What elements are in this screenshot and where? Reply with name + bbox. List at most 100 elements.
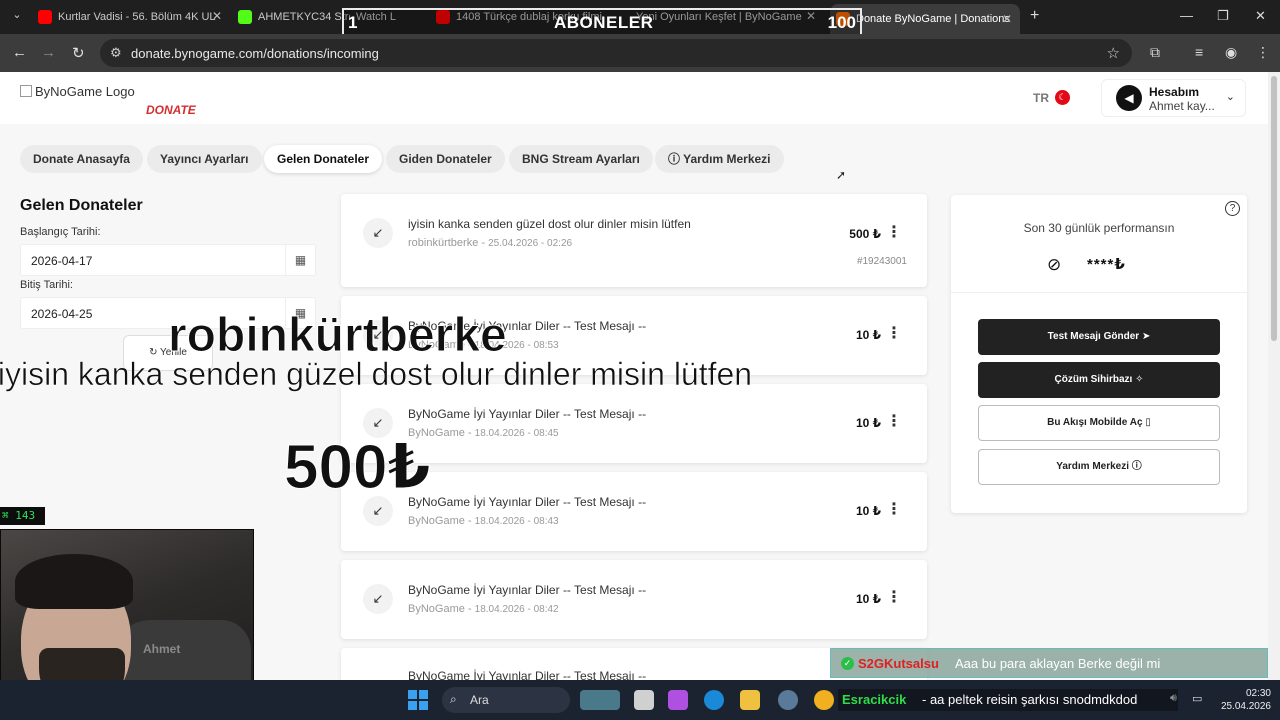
url-field[interactable]: ⚙ donate.bynogame.com/donations/incoming… (100, 39, 1132, 67)
chrome-icon[interactable] (814, 690, 834, 710)
more-options-icon[interactable]: ⋮ (886, 222, 902, 242)
tab-search-icon[interactable]: ⌄ (8, 8, 26, 26)
search-highlight-icon[interactable] (580, 690, 620, 710)
more-options-icon[interactable]: ⋮ (886, 323, 902, 343)
calendar-icon[interactable]: ▦ (285, 245, 315, 275)
windows-start-icon[interactable] (408, 690, 428, 710)
tab-outgoing-donations[interactable]: Giden Donateler (386, 145, 505, 173)
shirt-text: Ahmet (143, 642, 181, 656)
tab-title: AHMETKYC34 Strea (258, 11, 350, 23)
turkey-flag-icon[interactable]: ☾ (1055, 90, 1070, 105)
edge-icon[interactable] (704, 690, 724, 710)
tab-stream-settings[interactable]: BNG Stream Ayarları (509, 145, 653, 173)
browser-tab[interactable]: Kurtlar Vadisi - 56. Bölüm 4K UL ✕ (38, 6, 222, 28)
mouse-cursor-icon: ➚ (836, 168, 847, 182)
clock-date: 25.04.2026 (1220, 701, 1271, 712)
tab-streamer-settings[interactable]: Yayıncı Ayarları (147, 145, 262, 173)
battery-icon[interactable]: ▭ (1192, 692, 1202, 705)
close-window-icon[interactable]: ✕ (1255, 8, 1266, 24)
taskbar-search[interactable]: ⌕ Ara (442, 687, 570, 713)
donation-message: ByNoGame İyi Yayınlar Diler -- Test Mesa… (408, 495, 647, 509)
extensions-icon[interactable]: ⧉ (1150, 44, 1160, 61)
subs-label: ABONELER (554, 13, 654, 32)
help-circle-icon: ⓘ (668, 152, 684, 166)
donation-date: 25.04.2026 - 02:26 (488, 238, 573, 249)
alert-message: iyisin kanka senden güzel dost olur dinl… (0, 356, 753, 392)
reload-icon[interactable]: ↻ (72, 44, 85, 62)
solution-wizard-button[interactable]: Çözüm Sihirbazı ✧ (978, 362, 1220, 398)
donation-amount: 10 ₺ (855, 416, 881, 430)
donation-sender: ByNoGame (408, 515, 465, 527)
donation-id: #19243001 (856, 256, 907, 267)
donation-sender: robinkürtberke (408, 237, 479, 249)
verified-check-icon: ✓ (841, 657, 854, 670)
subs-goal: 100 (827, 13, 856, 32)
close-tab-icon[interactable]: ✕ (212, 9, 222, 23)
donation-message: iyisin kanka senden güzel dost olur dinl… (408, 217, 691, 231)
more-options-icon[interactable]: ⋮ (886, 411, 902, 431)
start-date-field[interactable]: 2026-04-17 ▦ (20, 244, 316, 276)
minimize-icon[interactable]: — (1180, 8, 1193, 23)
donation-date: 18.04.2026 - 08:42 (474, 604, 559, 615)
account-menu[interactable]: ◀ Hesabım Ahmet kay... ⌄ (1101, 79, 1246, 117)
profile-icon[interactable]: ◉ (1225, 44, 1237, 61)
donation-card[interactable]: ↙ ByNoGame İyi Yayınlar Diler -- Test Me… (341, 560, 927, 639)
bookmark-star-icon[interactable]: ☆ (1107, 44, 1120, 62)
more-options-icon[interactable]: ⋮ (886, 499, 902, 519)
eye-off-icon[interactable]: ⊘ (1047, 255, 1061, 275)
site-info-icon[interactable]: ⚙ (110, 45, 122, 61)
divider (951, 292, 1247, 293)
task-view-icon[interactable] (634, 690, 654, 710)
url-text: donate.bynogame.com/donations/incoming (131, 46, 379, 61)
youtube-icon (38, 10, 52, 24)
send-icon: ➤ (1141, 331, 1151, 342)
end-date-label: Bitiş Tarihi: (20, 279, 73, 291)
tab-title: Kurtlar Vadisi - 56. Bölüm 4K UL (58, 11, 216, 23)
app-icon[interactable] (778, 690, 798, 710)
menu-icon[interactable]: ⋮ (1256, 44, 1270, 61)
donation-card[interactable]: ↙ iyisin kanka senden güzel dost olur di… (341, 194, 927, 287)
tab-incoming-donations[interactable]: Gelen Donateler (264, 145, 383, 173)
help-icon[interactable]: ? (1225, 201, 1240, 216)
donation-amount: 10 ₺ (855, 328, 881, 342)
tab-label: Yardım Merkezi (683, 152, 771, 166)
back-icon[interactable]: ← (12, 44, 27, 61)
kick-icon (238, 10, 252, 24)
logo-subtitle: DONATE (146, 103, 196, 117)
chat-username: S2GKutsalsu (858, 656, 939, 671)
help-center-button[interactable]: Yardım Merkezi ⓘ (978, 449, 1220, 485)
chat-message: Esracikcik - aa peltek reisin şarkısı sn… (838, 689, 1178, 711)
performance-value: ****₺ (1087, 256, 1126, 273)
language-selector[interactable]: TR (1033, 91, 1049, 105)
scrollbar-thumb[interactable] (1271, 76, 1277, 341)
copilot-icon[interactable] (668, 690, 688, 710)
send-test-message-button[interactable]: Test Mesajı Gönder ➤ (978, 319, 1220, 355)
close-tab-icon[interactable]: ✕ (1002, 12, 1012, 26)
system-clock[interactable]: 02:30 25.04.2026 (1215, 687, 1271, 713)
donation-amount: 10 ₺ (855, 504, 881, 518)
webcam-hair (15, 554, 133, 609)
page-title: Gelen Donateler (20, 197, 143, 214)
wizard-icon: ✧ (1135, 374, 1144, 385)
chat-message: ✓ S2GKutsalsu Aaa bu para aklayan Berke … (830, 648, 1268, 678)
file-explorer-icon[interactable] (740, 690, 760, 710)
tab-donate-home[interactable]: Donate Anasayfa (20, 145, 143, 173)
tab-title: Donate ByNoGame | Donations (856, 13, 1010, 25)
broken-image-icon (20, 85, 32, 97)
chat-text: Aaa bu para aklayan Berke değil mi (955, 656, 1161, 671)
button-label: Çözüm Sihirbazı (1054, 374, 1133, 385)
page-scrollbar[interactable] (1268, 72, 1280, 680)
more-options-icon[interactable]: ⋮ (886, 587, 902, 607)
new-tab-icon[interactable]: + (1030, 7, 1039, 25)
donation-message: ByNoGame İyi Yayınlar Diler -- Test Mesa… (408, 583, 647, 597)
site-logo[interactable]: ByNoGame Logo (20, 84, 135, 99)
media-icon[interactable]: ≡ (1195, 44, 1203, 60)
open-mobile-button[interactable]: Bu Akışı Mobilde Aç ▯ (978, 405, 1220, 441)
tab-help-center[interactable]: ⓘ Yardım Merkezi (655, 145, 784, 173)
donation-amount: 500 ₺ (849, 227, 881, 241)
maximize-icon[interactable]: ❐ (1217, 8, 1229, 24)
chat-text: - aa peltek reisin şarkısı snodmdkdod (922, 692, 1138, 707)
mobile-icon: ▯ (1145, 417, 1151, 428)
forward-icon[interactable]: → (41, 44, 56, 61)
browser-tab[interactable]: AHMETKYC34 Strea (238, 6, 350, 28)
